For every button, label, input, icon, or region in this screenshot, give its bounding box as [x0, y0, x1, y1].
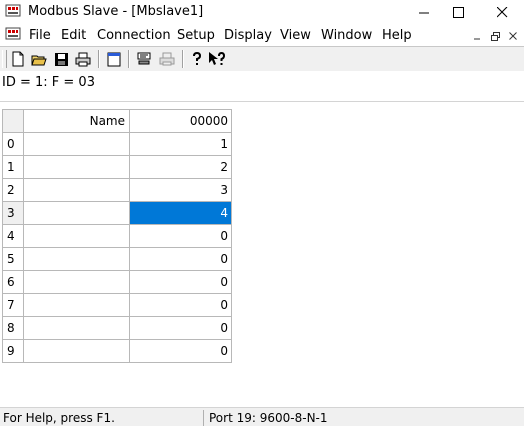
toolbar: [0, 46, 524, 72]
address-column-header[interactable]: 00000: [129, 109, 232, 133]
info-divider: [0, 101, 524, 102]
menu-bar: File Edit Connection Setup Display View …: [0, 25, 524, 46]
name-cell[interactable]: [23, 339, 130, 363]
register-value-cell[interactable]: 0: [129, 224, 232, 248]
name-cell[interactable]: [23, 270, 130, 294]
row-index-header[interactable]: 7: [2, 293, 24, 317]
name-cell[interactable]: [23, 293, 130, 317]
register-value-cell[interactable]: 1: [129, 132, 232, 156]
document-system-menu-icon[interactable]: [5, 26, 21, 42]
window-button[interactable]: [105, 50, 123, 68]
register-value-cell[interactable]: 2: [129, 155, 232, 179]
row-index-header[interactable]: 1: [2, 155, 24, 179]
name-cell[interactable]: [23, 155, 130, 179]
doc-minimize-button[interactable]: [469, 29, 485, 43]
menu-edit[interactable]: Edit: [61, 27, 86, 44]
document-view: ID = 1: F = 03 Name 00000 01122334405060…: [0, 71, 524, 407]
row-index-header[interactable]: 0: [2, 132, 24, 156]
toolbar-separator: [98, 50, 100, 68]
register-value-cell[interactable]: 0: [129, 293, 232, 317]
name-cell[interactable]: [23, 247, 130, 271]
menu-setup[interactable]: Setup: [177, 27, 215, 44]
open-icon: [31, 55, 47, 65]
grid-row: 50: [2, 247, 232, 271]
register-value-cell[interactable]: 0: [129, 247, 232, 271]
menu-file[interactable]: File: [29, 27, 51, 44]
register-icon: [137, 52, 151, 65]
grid-row: 40: [2, 224, 232, 248]
menu-display[interactable]: Display: [224, 27, 272, 44]
grid-header-row: Name 00000: [2, 109, 232, 133]
title-bar: Modbus Slave - [Mbslave1]: [0, 0, 524, 24]
grid-row: 80: [2, 316, 232, 340]
row-index-header[interactable]: 4: [2, 224, 24, 248]
save-icon: [54, 52, 68, 66]
register-button[interactable]: [135, 50, 153, 68]
maximize-icon: [452, 6, 464, 18]
status-help-text: For Help, press F1.: [3, 411, 115, 425]
register-value-cell[interactable]: 0: [129, 316, 232, 340]
close-icon: [496, 6, 507, 17]
printer-disabled-icon: [159, 52, 175, 66]
row-index-header[interactable]: 9: [2, 339, 24, 363]
open-button[interactable]: [30, 50, 48, 68]
status-divider: [203, 410, 204, 426]
register-grid: Name 00000 01122334405060708090: [2, 109, 232, 363]
minimize-icon: [418, 12, 429, 13]
status-port-text: Port 19: 9600-8-N-1: [209, 411, 328, 425]
row-index-header[interactable]: 3: [2, 201, 24, 225]
grid-row: 70: [2, 293, 232, 317]
print-button[interactable]: [74, 50, 92, 68]
close-button[interactable]: [482, 0, 522, 24]
row-index-header[interactable]: 8: [2, 316, 24, 340]
grid-corner: [2, 109, 24, 133]
maximize-button[interactable]: [438, 0, 478, 24]
name-cell[interactable]: [23, 316, 130, 340]
register-value-cell-selected[interactable]: 4: [129, 201, 232, 225]
menu-view[interactable]: View: [280, 27, 311, 44]
name-column-header[interactable]: Name: [23, 109, 130, 133]
register-value-cell[interactable]: 0: [129, 339, 232, 363]
context-help-button[interactable]: [208, 50, 226, 68]
doc-restore-icon: [490, 31, 500, 41]
grid-row: 01: [2, 132, 232, 156]
doc-minimize-icon: [474, 38, 480, 40]
grid-row: 12: [2, 155, 232, 179]
toolbar-separator: [128, 50, 130, 68]
name-cell[interactable]: [23, 132, 130, 156]
doc-close-button[interactable]: [505, 29, 521, 43]
name-cell[interactable]: [23, 201, 130, 225]
window-title: Modbus Slave - [Mbslave1]: [28, 4, 204, 19]
new-icon: [12, 51, 24, 67]
menu-window[interactable]: Window: [321, 27, 372, 44]
context-help-icon: [209, 51, 226, 65]
name-cell[interactable]: [23, 178, 130, 202]
status-bar: For Help, press F1. Port 19: 9600-8-N-1: [0, 407, 524, 426]
grid-row: 90: [2, 339, 232, 363]
name-cell[interactable]: [23, 224, 130, 248]
print-icon: [75, 52, 91, 66]
register-value-cell[interactable]: 3: [129, 178, 232, 202]
doc-close-icon: [509, 32, 517, 40]
slave-info-text: ID = 1: F = 03: [2, 75, 95, 90]
row-index-header[interactable]: 5: [2, 247, 24, 271]
modbus-app-icon: [5, 4, 21, 17]
save-button[interactable]: [52, 50, 70, 68]
row-index-header[interactable]: 2: [2, 178, 24, 202]
register-value-cell[interactable]: 0: [129, 270, 232, 294]
help-button[interactable]: [188, 50, 206, 68]
menu-connection[interactable]: Connection: [97, 27, 171, 44]
menu-help[interactable]: Help: [382, 27, 412, 44]
disabled-print-button[interactable]: [158, 50, 176, 68]
grid-row: 34: [2, 201, 232, 225]
new-button[interactable]: [9, 50, 27, 68]
toolbar-separator: [182, 50, 184, 68]
row-index-header[interactable]: 6: [2, 270, 24, 294]
doc-restore-button[interactable]: [487, 29, 503, 43]
toolbar-grip[interactable]: [2, 50, 7, 68]
grid-row: 60: [2, 270, 232, 294]
window-icon: [107, 52, 121, 66]
grid-row: 23: [2, 178, 232, 202]
help-icon: [193, 51, 202, 65]
